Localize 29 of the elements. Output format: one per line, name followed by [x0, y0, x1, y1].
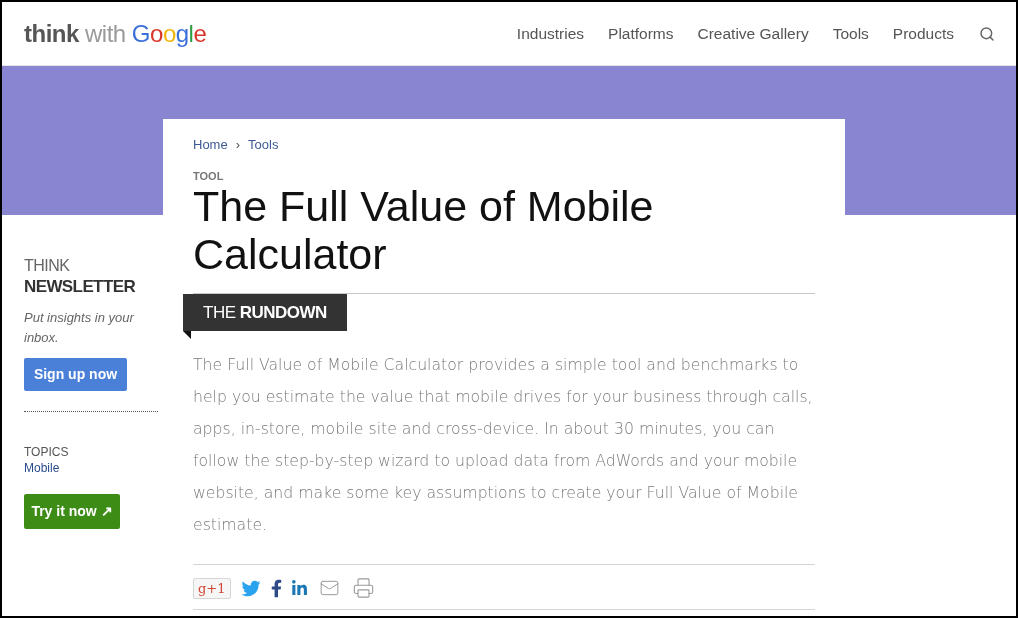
bird-icon	[239, 578, 262, 598]
nav-link[interactable]: Products	[892, 23, 954, 44]
search-icon	[979, 25, 995, 42]
nav-link[interactable]: Platforms	[608, 23, 674, 44]
nav-link[interactable]: Industries	[516, 23, 585, 44]
newsletter-title: NEWSLETTER	[24, 276, 137, 298]
breadcrumb-link[interactable]: Tools	[248, 137, 279, 153]
topics-heading: TOPICS	[24, 444, 70, 460]
try-it-button[interactable]: Try it now ↗	[24, 494, 120, 529]
topic-link[interactable]: Mobile	[24, 460, 60, 476]
nav-link[interactable]: Creative Gallery	[697, 23, 809, 44]
letters-in-icon	[290, 579, 308, 597]
share-button[interactable]	[270, 578, 282, 598]
logo[interactable]: think with Google	[24, 18, 207, 49]
article-title: The Full Value of Mobile Calculator	[193, 182, 655, 278]
plus-one-button[interactable]: g+1	[193, 577, 231, 599]
sign-up-button[interactable]: Sign up now	[24, 358, 127, 391]
search-button[interactable]	[978, 24, 996, 43]
breadcrumb-separator: ›	[235, 137, 241, 153]
nav-link[interactable]: Tools	[832, 23, 869, 44]
share-button[interactable]	[290, 579, 308, 597]
newsletter-text: Put insights in your inbox.	[24, 309, 136, 347]
eyebrow-label: TOOL	[193, 170, 224, 182]
section-label-ribbon: THE RUNDOWN	[183, 294, 347, 331]
article-body: The Full Value of Mobile Calculator provides a simple tool and benchmarks to help you estimate the value that mobile drives for your business through calls, apps, in-store, mobile site and cross-device. In about 30 minutes, you can follow the step-by-step wizard to upload data from AdWords and your mobile website, and make some key assumptions to create your Full Value of Mobile estimate.	[193, 354, 814, 536]
breadcrumb-link[interactable]: Home	[193, 137, 228, 153]
ribbon-fold-icon	[183, 331, 191, 339]
newsletter-eyebrow: THINK	[24, 256, 71, 276]
letter-f-icon	[270, 578, 282, 598]
